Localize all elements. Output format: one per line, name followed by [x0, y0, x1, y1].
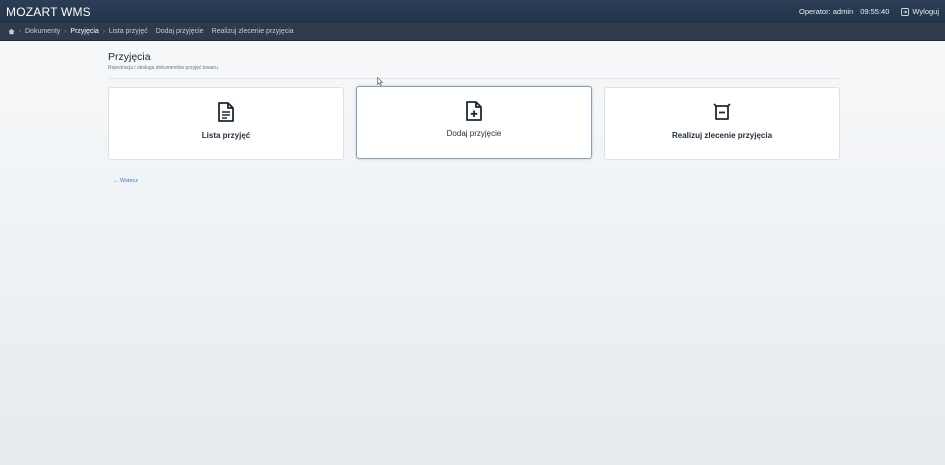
add-receipt-card[interactable]: Dodaj przyjęcie [356, 86, 592, 159]
breadcrumb-separator: › [102, 28, 105, 35]
page-title: Przyjęcia [108, 51, 151, 63]
breadcrumb-documents[interactable]: Dokumenty [25, 28, 60, 35]
receipt-list-card[interactable]: Lista przyjęć [108, 87, 344, 160]
logout-label: Wyloguj [912, 7, 939, 16]
document-add-icon [465, 101, 483, 121]
mouse-cursor-icon [377, 77, 383, 86]
breadcrumb-separator: › [64, 28, 67, 35]
quick-link-execute-order[interactable]: Realizuj zlecenie przyjęcia [212, 28, 294, 35]
back-link[interactable]: ← Wstecz [113, 178, 138, 184]
breadcrumb-separator: › [19, 28, 21, 35]
execute-receipt-order-label: Realizuj zlecenie przyjęcia [671, 131, 773, 140]
document-list-icon [217, 102, 235, 122]
divider [108, 78, 840, 79]
breadcrumb-receipts[interactable]: Przyjęcia [70, 28, 98, 35]
add-receipt-label: Dodaj przyjęcie [446, 129, 502, 138]
quick-link-receipt-list[interactable]: Lista przyjęć [109, 28, 148, 35]
breadcrumb: › Dokumenty › Przyjęcia › Lista przyjęć … [0, 23, 945, 41]
logout-icon [901, 7, 910, 16]
logout-button[interactable]: Wyloguj [901, 7, 939, 16]
app-brand: MOZART WMS [6, 4, 91, 19]
clock: 09:55:40 [860, 7, 890, 16]
top-bar: MOZART WMS Operator: admin 09:55:40 Wylo… [0, 0, 945, 23]
execute-receipt-order-card[interactable]: Realizuj zlecenie przyjęcia [604, 87, 840, 160]
quick-link-add-receipt[interactable]: Dodaj przyjęcie [156, 28, 204, 35]
page-subtitle: Rejestracja i obsługa dokumentów przyjęć… [108, 65, 218, 71]
session-info: Operator: admin 09:55:40 Wyloguj [799, 7, 939, 16]
home-icon[interactable] [8, 28, 15, 35]
operator-label: Operator: admin [798, 7, 854, 16]
receive-tray-icon [712, 102, 732, 122]
receipt-list-label: Lista przyjęć [201, 131, 251, 140]
